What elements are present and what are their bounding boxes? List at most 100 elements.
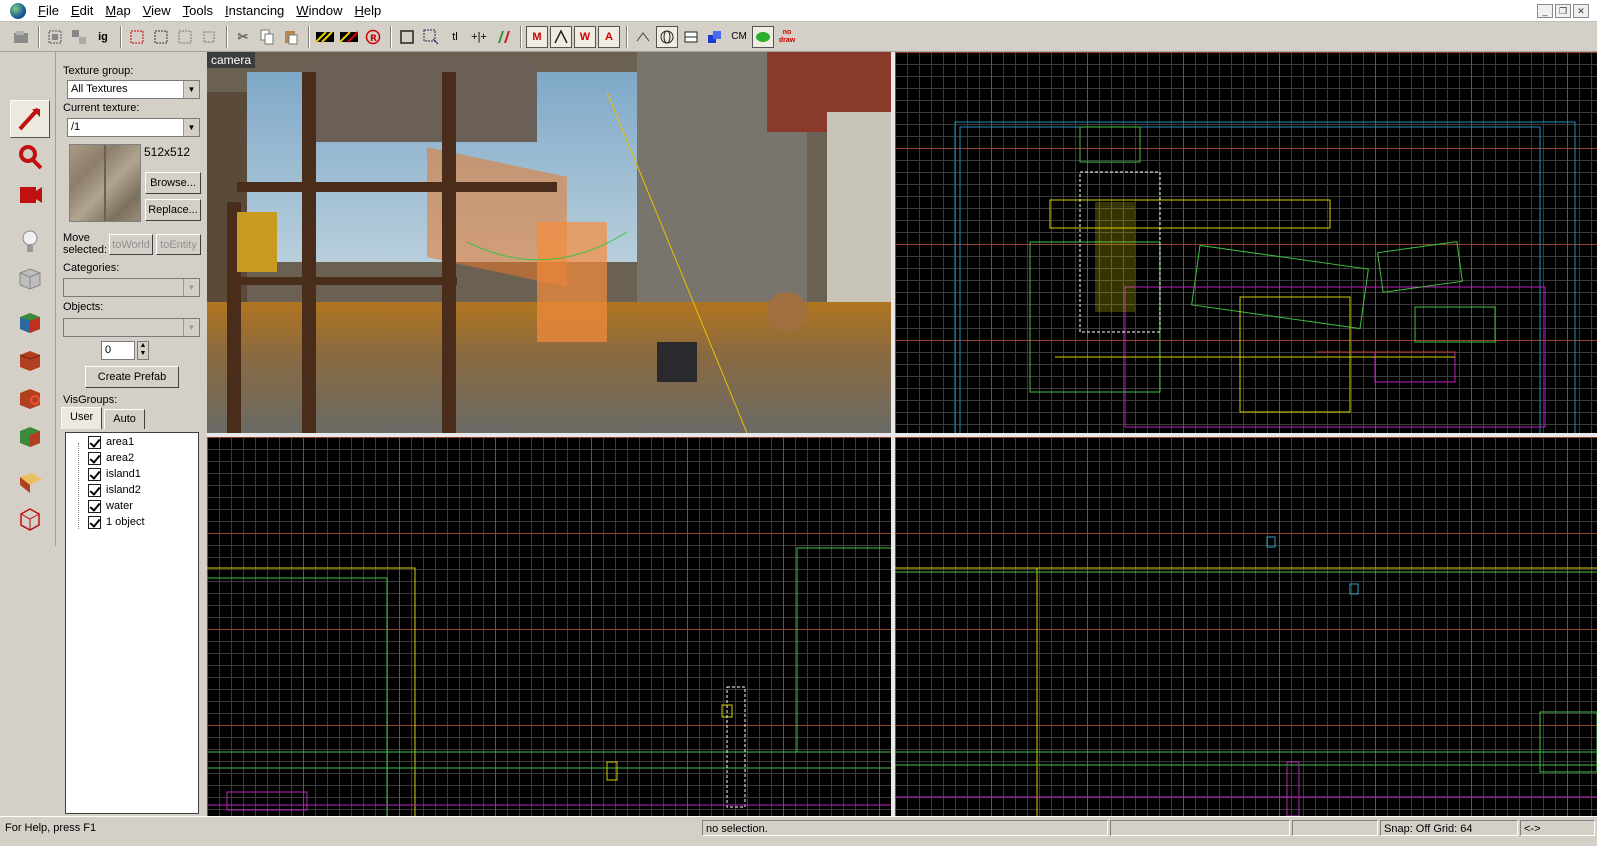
restore-icon[interactable]: ❐ — [1555, 4, 1571, 18]
cut-icon[interactable]: ✂ — [232, 26, 254, 48]
ungroup-icon[interactable] — [68, 26, 90, 48]
leaf-icon[interactable] — [752, 25, 774, 48]
flat-icon[interactable] — [680, 26, 702, 48]
menu-file[interactable]: File — [32, 0, 65, 22]
main-toolbar: ig ✂ R tl +|+ M W A CM no draw — [0, 22, 1597, 52]
menu-help[interactable]: Help — [349, 0, 388, 22]
checkbox[interactable] — [88, 467, 101, 481]
chevron-down-icon[interactable]: ▼ — [183, 81, 199, 98]
menu-instancing[interactable]: Instancing — [219, 0, 290, 22]
paste-icon[interactable] — [280, 26, 302, 48]
open-icon[interactable] — [10, 26, 32, 48]
toolbar-separator — [38, 25, 40, 48]
camera-viewport[interactable]: camera — [207, 52, 891, 433]
create-prefab-button[interactable]: Create Prefab — [85, 366, 179, 388]
objects-select[interactable]: ▼ — [63, 318, 200, 337]
top-2d-viewport[interactable] — [895, 52, 1597, 433]
menu-map[interactable]: Map — [99, 0, 136, 22]
overlay-tool-icon[interactable] — [10, 418, 50, 456]
checkbox[interactable] — [88, 451, 101, 465]
decal-tool-icon[interactable] — [10, 380, 50, 418]
list-item[interactable]: 1 object — [88, 514, 145, 530]
tab-auto[interactable]: Auto — [104, 409, 145, 429]
current-texture-select[interactable]: /1 ▼ — [67, 118, 200, 137]
scene-lines — [466, 91, 748, 433]
browse-button[interactable]: Browse... — [145, 172, 201, 194]
front-2d-viewport[interactable] — [895, 437, 1597, 816]
magnify-tool-icon[interactable] — [10, 138, 50, 176]
ignore-group-button[interactable]: ig — [92, 26, 114, 48]
copy-icon[interactable] — [256, 26, 278, 48]
prefab-count-input[interactable]: 0 — [101, 341, 135, 360]
r-icon[interactable]: R — [362, 26, 384, 48]
entity-tool-icon[interactable] — [10, 222, 50, 260]
cubemap-button[interactable]: CM — [728, 26, 750, 48]
status-snap: Snap: Off Grid: 64 — [1380, 820, 1518, 836]
status-size — [1292, 820, 1378, 836]
hollow-icon[interactable] — [198, 26, 220, 48]
close-icon[interactable]: ✕ — [1573, 4, 1589, 18]
carve-icon[interactable] — [174, 26, 196, 48]
chevron-down-icon[interactable]: ▼ — [183, 319, 199, 336]
current-texture-value: /1 — [71, 121, 81, 133]
toggle-3d-grid-icon[interactable] — [338, 26, 360, 48]
texture-lock-label: tl — [452, 30, 458, 43]
replace-button[interactable]: Replace... — [145, 199, 201, 221]
vertex-tool-icon[interactable] — [10, 500, 50, 538]
tab-user[interactable]: User — [61, 407, 103, 429]
show-icon[interactable] — [150, 26, 172, 48]
menu-edit[interactable]: Edit — [65, 0, 99, 22]
menu-bar: File Edit Map View Tools Instancing Wind… — [0, 0, 1597, 22]
texture-lock-label-button[interactable]: tl — [444, 26, 466, 48]
checkbox[interactable] — [88, 515, 101, 529]
to-world-button[interactable]: toWorld — [109, 234, 153, 255]
status-bar: For Help, press F1 no selection. Snap: O… — [0, 816, 1597, 846]
cordon-icon[interactable] — [492, 26, 514, 48]
block-tool-icon[interactable] — [10, 260, 50, 298]
visgroup-label: area1 — [106, 436, 135, 448]
chevron-down-icon[interactable]: ▼ — [183, 279, 199, 296]
objects-label: Objects: — [63, 301, 104, 313]
texture-lock-icon[interactable] — [420, 26, 442, 48]
texture-app-icon[interactable] — [10, 304, 50, 342]
clip-tool-icon[interactable] — [10, 462, 50, 500]
list-item[interactable]: area1 — [88, 434, 134, 450]
menu-tools[interactable]: Tools — [177, 0, 219, 22]
list-item[interactable]: area2 — [88, 450, 134, 466]
list-item[interactable]: island2 — [88, 482, 141, 498]
toggle-grid-icon[interactable] — [314, 26, 336, 48]
to-entity-button[interactable]: toEntity — [156, 234, 201, 255]
menu-view[interactable]: View — [137, 0, 177, 22]
menu-window[interactable]: Window — [290, 0, 348, 22]
checkbox[interactable] — [88, 435, 101, 449]
models-icon[interactable]: M — [526, 25, 548, 48]
blue-icon[interactable] — [704, 26, 726, 48]
select-icon[interactable] — [396, 26, 418, 48]
overlays-icon[interactable]: A — [598, 25, 620, 48]
minimize-icon[interactable]: _ — [1537, 4, 1553, 18]
side-2d-viewport[interactable] — [207, 437, 891, 816]
apply-texture-icon[interactable] — [10, 342, 50, 380]
toolbar-separator — [390, 25, 392, 48]
sphere-icon[interactable] — [656, 25, 678, 48]
texture-group-select[interactable]: All Textures ▼ — [67, 80, 200, 99]
helpers-icon[interactable] — [632, 26, 654, 48]
vertex-icon[interactable]: +|+ — [468, 26, 490, 48]
selection-tool-icon[interactable] — [10, 100, 50, 138]
list-item[interactable]: water — [88, 498, 133, 514]
nodraw-icon[interactable]: no draw — [776, 26, 798, 48]
camera-tool-icon[interactable] — [10, 176, 50, 214]
hide-icon[interactable] — [126, 26, 148, 48]
wireframe-icon[interactable]: W — [574, 25, 596, 48]
group-icon[interactable] — [44, 26, 66, 48]
brush-wireframes — [207, 547, 891, 816]
texture-preview[interactable] — [69, 144, 141, 222]
spinner-arrows-icon[interactable]: ▲ ▼ — [137, 341, 149, 360]
checkbox[interactable] — [88, 499, 101, 513]
list-item[interactable]: island1 — [88, 466, 141, 482]
viewport-splitter-horizontal[interactable] — [207, 433, 1597, 437]
decals-icon[interactable] — [550, 25, 572, 48]
categories-select[interactable]: ▼ — [63, 278, 200, 297]
checkbox[interactable] — [88, 483, 101, 497]
chevron-down-icon[interactable]: ▼ — [183, 119, 199, 136]
